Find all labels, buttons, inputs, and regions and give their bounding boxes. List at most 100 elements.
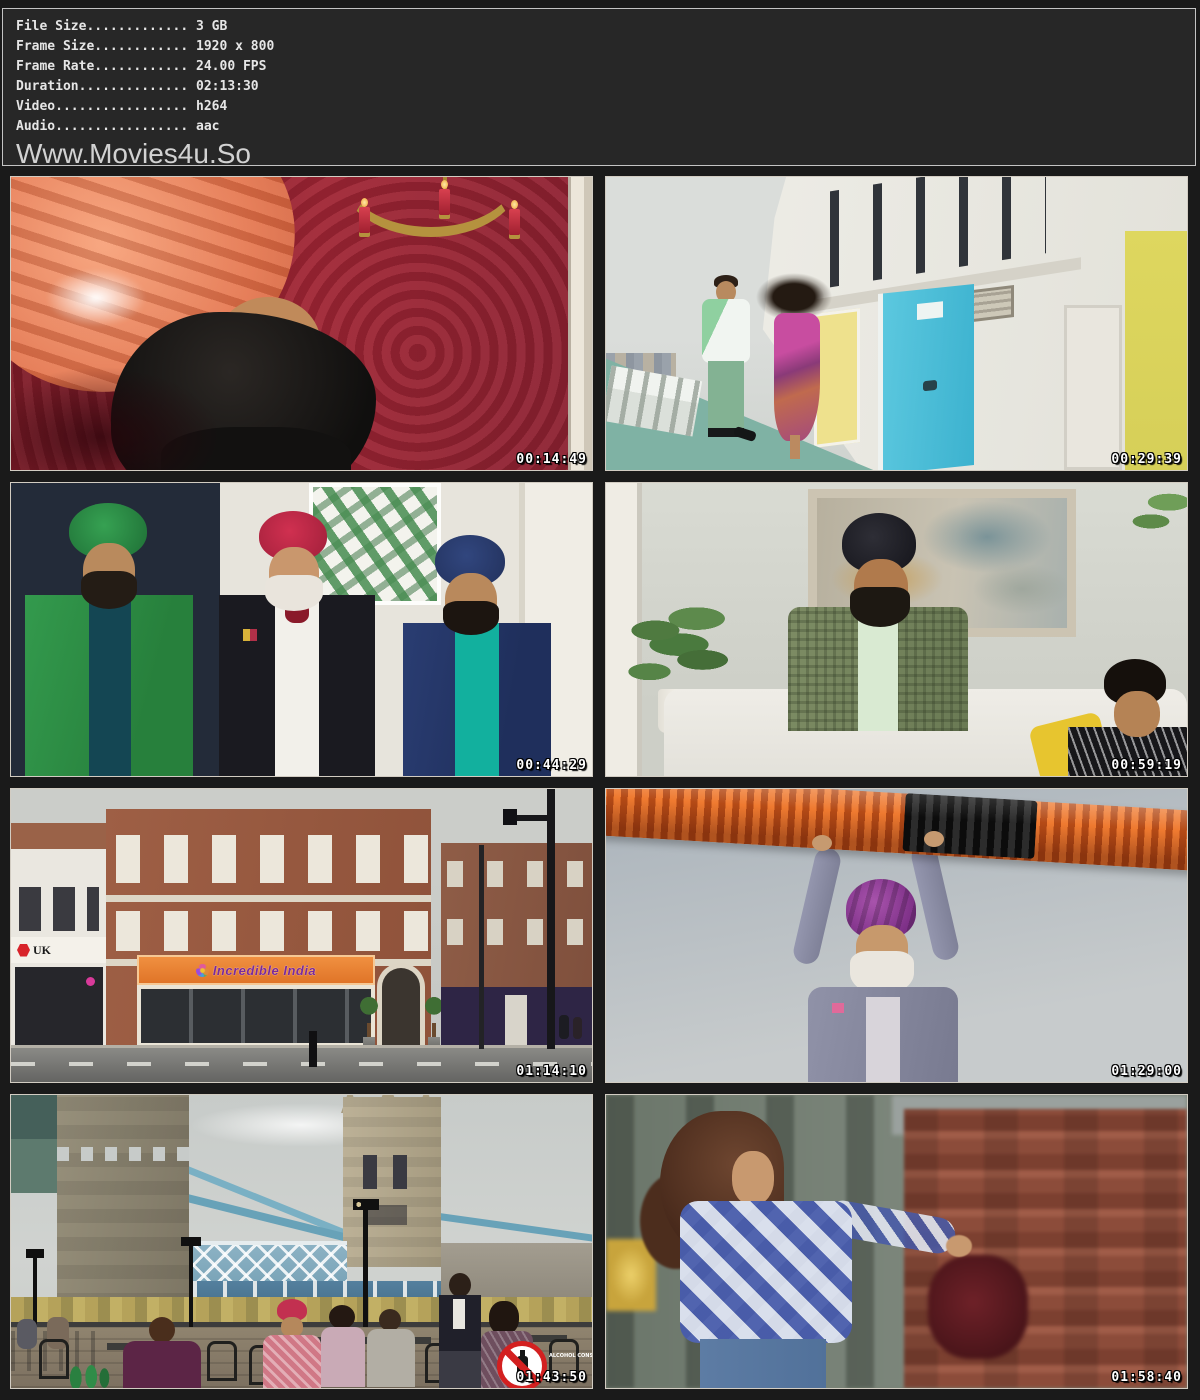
alcohol-warning-text: ALCOHOL CONSUMPTION IS INJURIOUS [549, 1353, 592, 1359]
bank-logo-icon [17, 944, 30, 957]
right-shopfront-shape [441, 987, 592, 1049]
corner-plant-shape [1127, 483, 1187, 547]
screenshot-6: 01:29:00 [605, 788, 1188, 1083]
timestamp-6: 01:29:00 [1111, 1065, 1182, 1078]
face-shape [1114, 691, 1160, 737]
topiary-tree-shape [360, 997, 378, 1049]
navy-suit-shape [403, 623, 551, 776]
red-candle-shape [439, 189, 450, 215]
info-row-video: Video................. h264 [16, 97, 1195, 117]
still-london-street: UK Incredible India [11, 789, 592, 1082]
timestamp-8: 01:58:40 [1111, 1371, 1182, 1384]
bank-sign: UK [11, 937, 106, 963]
screenshot-5: UK Incredible India 01:14:10 [10, 788, 593, 1083]
left-arm-shape [791, 846, 843, 967]
bridge-tower-shape [343, 1097, 441, 1267]
beard-shape [443, 601, 499, 635]
jeans-shape [700, 1339, 826, 1388]
white-beard-shape [265, 575, 323, 611]
hoodie-person-shape [367, 1329, 415, 1387]
screenshot-1: 00:14:49 [10, 176, 593, 471]
bollard-shape [309, 1031, 317, 1067]
lamp-post-shape [547, 789, 555, 1049]
argyle-cardigan-shape [680, 1201, 852, 1343]
lamp-arm-shape [511, 815, 555, 821]
info-row-frame-rate: Frame Rate............ 24.00 FPS [16, 57, 1195, 77]
pedestrian-shape [559, 1015, 569, 1039]
still-red-room [11, 177, 592, 470]
leaf-artwork-shape [309, 483, 441, 605]
person-head-shape [149, 1317, 175, 1343]
lamp-post-shape [189, 1243, 193, 1327]
grey-suit-shape [808, 987, 958, 1082]
tower-window-shape [393, 1155, 407, 1189]
still-motion-blur [606, 1095, 1187, 1388]
seated-person-shape [17, 1319, 37, 1349]
red-candle-shape [509, 209, 520, 235]
window-frame-shape [568, 177, 592, 470]
still-hanging-pipe [606, 789, 1187, 1082]
timestamp-4: 00:59:19 [1111, 759, 1182, 772]
left-windows-shape [19, 887, 99, 931]
green-suit-shape [25, 595, 193, 776]
black-suit-shape [219, 595, 375, 776]
still-tower-bridge-cafe: ALCOHOL CONSUMPTION IS INJURIOUS [11, 1095, 592, 1388]
person-head-shape [489, 1301, 519, 1335]
pedestrian-shape [573, 1017, 582, 1039]
smoke-puff-shape [46, 269, 146, 327]
right-arm-shape [909, 842, 961, 963]
person-face-shape [281, 1317, 303, 1337]
cafe-chair-shape [39, 1339, 69, 1379]
incredible-india-sign: Incredible India [137, 955, 375, 985]
screenshot-8: 01:58:40 [605, 1094, 1188, 1389]
crenellation-shape [57, 1147, 189, 1161]
purple-shirt-person-shape [123, 1341, 201, 1388]
flower-logo-icon [196, 964, 209, 977]
red-candle-shape [359, 207, 370, 233]
white-door-shape [1064, 305, 1122, 470]
site-watermark: Www.Movies4u.So [16, 139, 1195, 168]
tower-window-shape [363, 1155, 377, 1189]
bridge-cable-shape [439, 1213, 592, 1242]
pocket-square-shape [243, 629, 257, 641]
left-shop-window-shape [15, 967, 103, 1049]
glass-building-shape [11, 1095, 59, 1193]
screenshot-2: 00:29:39 [605, 176, 1188, 471]
person-head-shape [379, 1309, 401, 1331]
still-beach-huts [606, 177, 1187, 470]
pipe-coupler-shape [902, 793, 1037, 859]
face-shape [732, 1151, 774, 1205]
shop-sign-text: Incredible India [213, 964, 316, 977]
timestamp-3: 00:44:29 [516, 759, 587, 772]
woman-legs-shape [790, 435, 800, 459]
hand-shape [946, 1235, 972, 1257]
arched-door-shape [377, 963, 425, 1049]
person-head-shape [449, 1273, 471, 1297]
beard-shape [81, 571, 137, 609]
screenshot-3: 00:44:29 [10, 482, 593, 777]
woman-dress-shape [774, 313, 820, 441]
info-row-file-size: File Size............. 3 GB [16, 17, 1195, 37]
cafe-chair-shape [207, 1341, 237, 1381]
yellow-wall-shape [1125, 231, 1187, 470]
screenshot-7: ALCOHOL CONSUMPTION IS INJURIOUS 01:43:5… [10, 1094, 593, 1389]
bank-sign-text: UK [33, 944, 51, 956]
info-row-frame-size: Frame Size............ 1920 x 800 [16, 37, 1195, 57]
man-legs-shape [708, 361, 744, 437]
seated-woman-shape [321, 1327, 365, 1387]
road-shape [11, 1045, 592, 1082]
person-head-shape [329, 1305, 355, 1329]
timestamp-5: 01:14:10 [516, 1065, 587, 1078]
pink-jacket-person-shape [263, 1335, 321, 1388]
shadow-shape [11, 367, 221, 470]
timestamp-1: 00:14:49 [516, 453, 587, 466]
beard-shape [850, 587, 910, 627]
standing-waiter-shape [439, 1295, 481, 1388]
hand-shape [924, 831, 944, 847]
timestamp-2: 00:29:39 [1111, 453, 1182, 466]
lamp-head-shape [181, 1237, 201, 1246]
orange-pipe-shape [606, 789, 1187, 872]
info-row-audio: Audio................. aac [16, 117, 1195, 137]
lamp-head-shape [503, 809, 517, 825]
still-living-room [606, 483, 1187, 776]
